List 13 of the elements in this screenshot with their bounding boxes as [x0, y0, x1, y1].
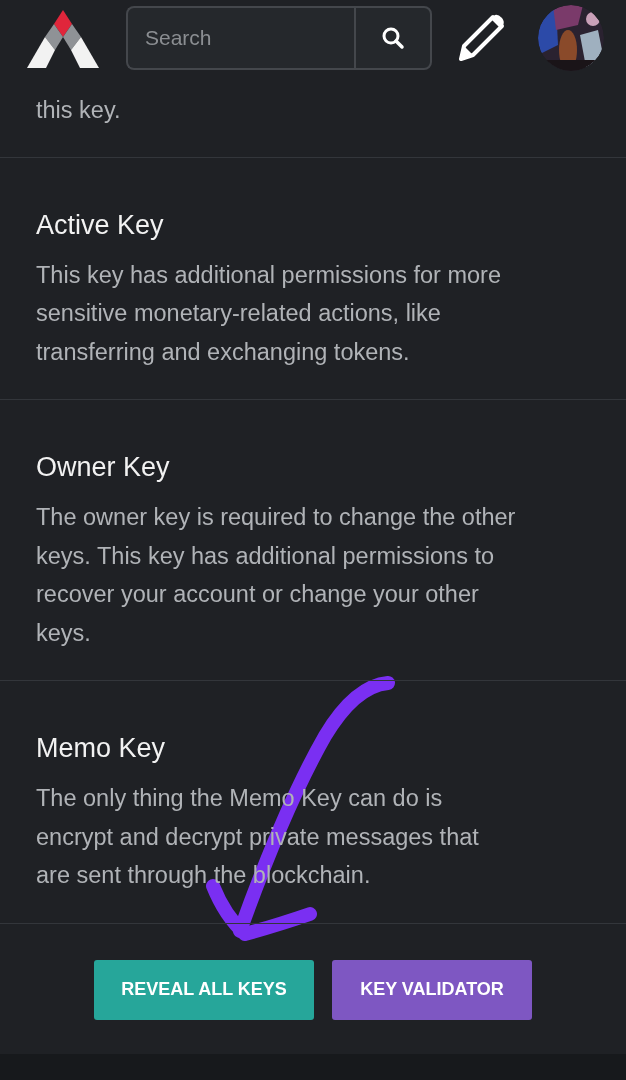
search-button[interactable] — [354, 5, 432, 70]
section-title: Active Key — [36, 208, 165, 242]
section-title: Memo Key — [36, 732, 167, 765]
section-description: This key has additional permissions for more sensitive monetary-related actions, like transferring and exchanging tokens. — [36, 260, 502, 367]
section-description: The owner key is required to change the other keys. This key has additional permissions to recover your account or change your other keys. — [36, 503, 516, 648]
search-field[interactable]: Search — [126, 5, 354, 70]
key-validator-button[interactable]: KEY VALIDATOR — [332, 959, 532, 1020]
logo-icon[interactable] — [27, 9, 99, 68]
pencil-icon[interactable] — [457, 13, 505, 62]
reveal-keys-button[interactable]: REVEAL ALL KEYS — [94, 959, 314, 1020]
section-description: this key. — [36, 96, 122, 125]
search-icon — [381, 25, 405, 50]
section-title: Owner Key — [36, 451, 171, 484]
